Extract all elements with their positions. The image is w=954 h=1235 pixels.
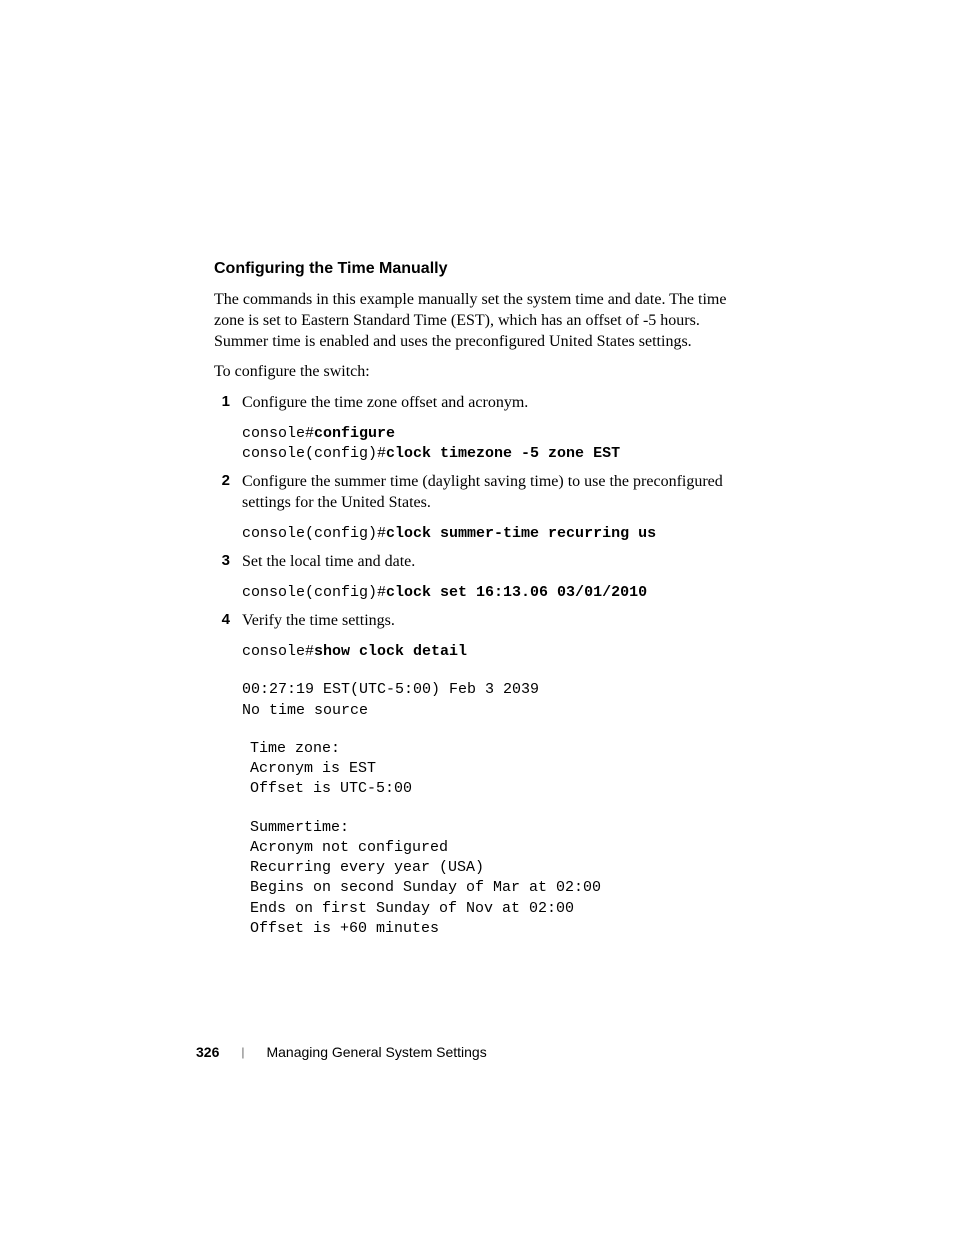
code-block: console#show clock detail: [242, 642, 744, 662]
step-text: Configure the time zone offset and acron…: [242, 393, 744, 414]
step-body: Set the local time and date.: [242, 552, 744, 579]
footer-title: Managing General System Settings: [266, 1044, 486, 1060]
step-4: 4 Verify the time settings.: [214, 611, 744, 638]
step-text: Set the local time and date.: [242, 552, 744, 573]
step-number: 3: [214, 552, 242, 579]
step-number: 4: [214, 611, 242, 638]
code-prefix: console(config)#: [242, 445, 386, 462]
code-command: configure: [314, 425, 395, 442]
step-body: Verify the time settings.: [242, 611, 744, 638]
step-text: Configure the summer time (daylight savi…: [242, 472, 744, 514]
section-heading: Configuring the Time Manually: [214, 260, 744, 278]
code-prefix: console#: [242, 425, 314, 442]
page-number: 326: [196, 1044, 219, 1060]
step-number: 2: [214, 472, 242, 520]
output-block-2: Time zone: Acronym is EST Offset is UTC-…: [250, 739, 744, 800]
code-command: clock timezone -5 zone EST: [386, 445, 620, 462]
code-command: clock set 16:13.06 03/01/2010: [386, 584, 647, 601]
step-body: Configure the time zone offset and acron…: [242, 393, 744, 420]
code-command: show clock detail: [314, 643, 467, 660]
step-3: 3 Set the local time and date.: [214, 552, 744, 579]
intro-paragraph: The commands in this example manually se…: [214, 290, 744, 352]
step-text: Verify the time settings.: [242, 611, 744, 632]
code-prefix: console#: [242, 643, 314, 660]
code-prefix: console(config)#: [242, 584, 386, 601]
config-intro: To configure the switch:: [214, 362, 744, 383]
step-2: 2 Configure the summer time (daylight sa…: [214, 472, 744, 520]
footer-divider: |: [241, 1045, 244, 1059]
step-number: 1: [214, 393, 242, 420]
code-block: console(config)#clock set 16:13.06 03/01…: [242, 583, 744, 603]
step-1: 1 Configure the time zone offset and acr…: [214, 393, 744, 420]
code-prefix: console(config)#: [242, 525, 386, 542]
page-content: Configuring the Time Manually The comman…: [214, 260, 744, 939]
output-block-3: Summertime: Acronym not configured Recur…: [250, 818, 744, 940]
page-footer: 326 | Managing General System Settings: [196, 1044, 487, 1060]
code-block: console#configure console(config)#clock …: [242, 424, 744, 465]
output-block-1: 00:27:19 EST(UTC-5:00) Feb 3 2039 No tim…: [242, 680, 744, 721]
step-body: Configure the summer time (daylight savi…: [242, 472, 744, 520]
code-block: console(config)#clock summer-time recurr…: [242, 524, 744, 544]
code-command: clock summer-time recurring us: [386, 525, 656, 542]
